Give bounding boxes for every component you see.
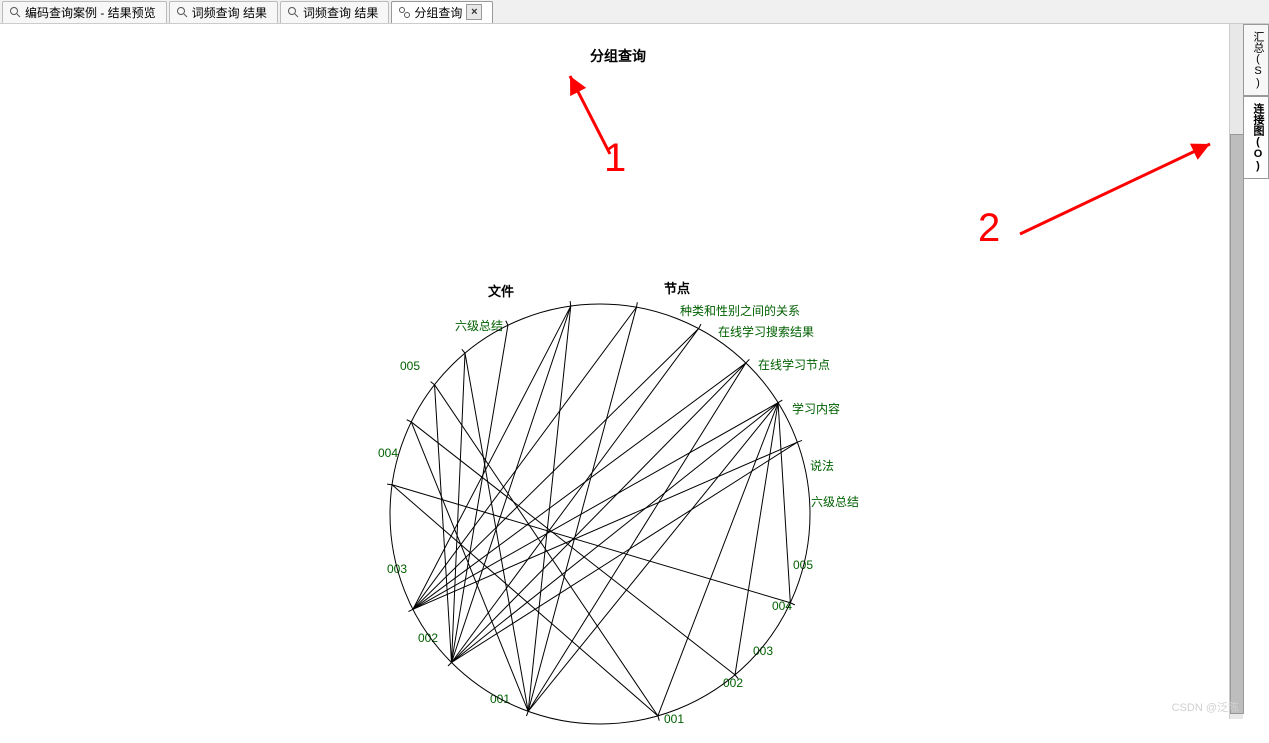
node-003-r[interactable]: 003 [753,644,773,658]
node-002-r[interactable]: 002 [723,676,743,690]
side-tab-summary[interactable]: 汇总(S) [1243,24,1269,96]
search-icon [287,6,299,18]
annotation-1: 1 [604,136,626,181]
scrollbar-thumb[interactable] [1230,134,1244,714]
tab-label: 编码查询案例 - 结果预览 [25,4,156,21]
annotation-2: 2 [978,206,1000,251]
close-tab-button[interactable]: × [466,4,482,20]
scrollbar-vertical[interactable] [1229,24,1243,719]
tab-label: 词频查询 结果 [303,4,378,21]
side-tab-connection[interactable]: 连接图(O) [1243,96,1269,179]
node-005-r[interactable]: 005 [793,558,813,572]
file-node-001[interactable]: 001 [490,692,510,706]
node-shuofa[interactable]: 说法 [810,457,834,474]
file-node-003[interactable]: 003 [387,562,407,576]
tab-label: 分组查询 [414,4,462,21]
file-node-004[interactable]: 004 [378,446,398,460]
tab-wordfreq-1[interactable]: 词频查询 结果 [169,1,278,23]
search-icon [176,6,188,18]
node-online-search[interactable]: 在线学习搜索结果 [718,323,814,340]
file-node-005[interactable]: 005 [400,359,420,373]
node-online-learn[interactable]: 在线学习节点 [758,356,830,373]
tab-coding-query[interactable]: 编码查询案例 - 结果预览 [2,1,167,23]
diagram-title: 分组查询 [590,46,646,66]
side-panel: 汇总(S) 连接图(O) [1243,24,1269,179]
tab-group-query[interactable]: 分组查询 × [391,1,493,23]
watermark: CSDN @泛陈 [1172,699,1239,715]
diagram-canvas: 分组查询 文件 节点 六级总结 005 004 003 002 001 种类和性… [0,24,1242,719]
node-004-r[interactable]: 004 [772,599,792,613]
node-001-r[interactable]: 001 [664,712,684,726]
search-icon [9,6,21,18]
group-label-nodes: 节点 [664,278,690,297]
file-node-6summary[interactable]: 六级总结 [455,317,503,334]
group-icon [398,6,410,18]
node-relation[interactable]: 种类和性别之间的关系 [680,302,800,319]
diagram-svg [0,24,1242,743]
tab-wordfreq-2[interactable]: 词频查询 结果 [280,1,389,23]
node-learn-content[interactable]: 学习内容 [792,400,840,417]
tab-label: 词频查询 结果 [192,4,267,21]
arrow-2 [1020,144,1210,234]
group-label-files: 文件 [488,281,514,300]
tab-bar: 编码查询案例 - 结果预览 词频查询 结果 词频查询 结果 分组查询 × [0,0,1269,24]
file-node-002[interactable]: 002 [418,631,438,645]
node-6summary-r[interactable]: 六级总结 [811,493,859,510]
